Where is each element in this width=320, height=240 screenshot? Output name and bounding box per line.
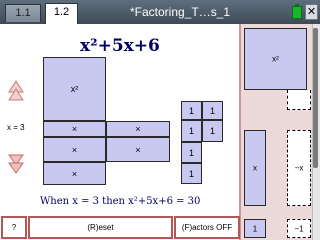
decrease-x-arrow-icon[interactable] (8, 152, 24, 176)
unit-tile[interactable]: 1 (202, 101, 223, 120)
palette-x-tile[interactable]: x (244, 130, 266, 206)
unit-tile-label: 1 (188, 126, 194, 136)
palette-x-squared-tile[interactable]: x² (244, 28, 307, 90)
tab-1-1[interactable]: 1.1 (5, 4, 41, 22)
palette-x-label: x (253, 163, 257, 173)
document-title: *Factoring_T…s_1 (130, 5, 231, 19)
palette-scrollbar-thumb[interactable] (313, 28, 318, 168)
x-tile[interactable]: × (106, 121, 170, 137)
unit-tile-label: 1 (188, 147, 194, 158)
x-tile[interactable]: × (43, 162, 106, 185)
x-tile-label: × (135, 124, 141, 134)
increase-x-arrow-icon[interactable] (8, 80, 24, 104)
x-squared-tile-label: x² (70, 84, 79, 94)
palette-negative-x-label: −x (294, 163, 304, 173)
expression-title: x²+5x+6 (80, 36, 160, 56)
x-tile-label: × (71, 124, 78, 134)
unit-tile-label: 1 (188, 105, 194, 116)
x-tile-label: × (71, 168, 78, 179)
x-tile[interactable]: × (43, 137, 106, 162)
close-button[interactable]: ✕ (305, 4, 318, 20)
reset-button[interactable]: (R)eset (28, 216, 173, 239)
battery-icon (292, 6, 302, 19)
palette-unit-tile[interactable]: 1 (244, 219, 266, 238)
x-tile-label: × (135, 144, 141, 155)
unit-tile-label: 1 (209, 105, 215, 116)
unit-tile-label: 1 (188, 168, 194, 179)
unit-tile[interactable]: 1 (181, 101, 202, 120)
x-tile[interactable]: × (106, 137, 170, 162)
palette-negative-x-tile[interactable]: −x (287, 130, 311, 206)
palette-x-squared-label: x² (272, 54, 279, 64)
x-tile[interactable]: × (43, 121, 106, 137)
x-tile-label: × (71, 144, 78, 155)
unit-tile[interactable]: 1 (181, 142, 202, 163)
palette-negative-unit-tile[interactable]: −1 (287, 219, 311, 238)
unit-tile[interactable]: 1 (181, 120, 202, 142)
palette-negative-unit-label: −1 (294, 224, 304, 233)
unit-tile[interactable]: 1 (181, 163, 202, 184)
palette-unit-label: 1 (252, 224, 258, 233)
palette-negative-x-squared-tile[interactable] (287, 90, 311, 110)
unit-tile[interactable]: 1 (202, 120, 223, 142)
tab-1-2[interactable]: 1.2 (45, 3, 78, 24)
x-value-label: x = 3 (7, 123, 25, 132)
x-squared-tile[interactable]: x² (43, 57, 106, 121)
help-button[interactable]: ? (1, 216, 27, 239)
factors-toggle-button[interactable]: (F)actors OFF (174, 216, 240, 239)
result-text: When x = 3 then x²+5x+6 = 30 (40, 196, 201, 207)
unit-tile-label: 1 (209, 126, 215, 136)
